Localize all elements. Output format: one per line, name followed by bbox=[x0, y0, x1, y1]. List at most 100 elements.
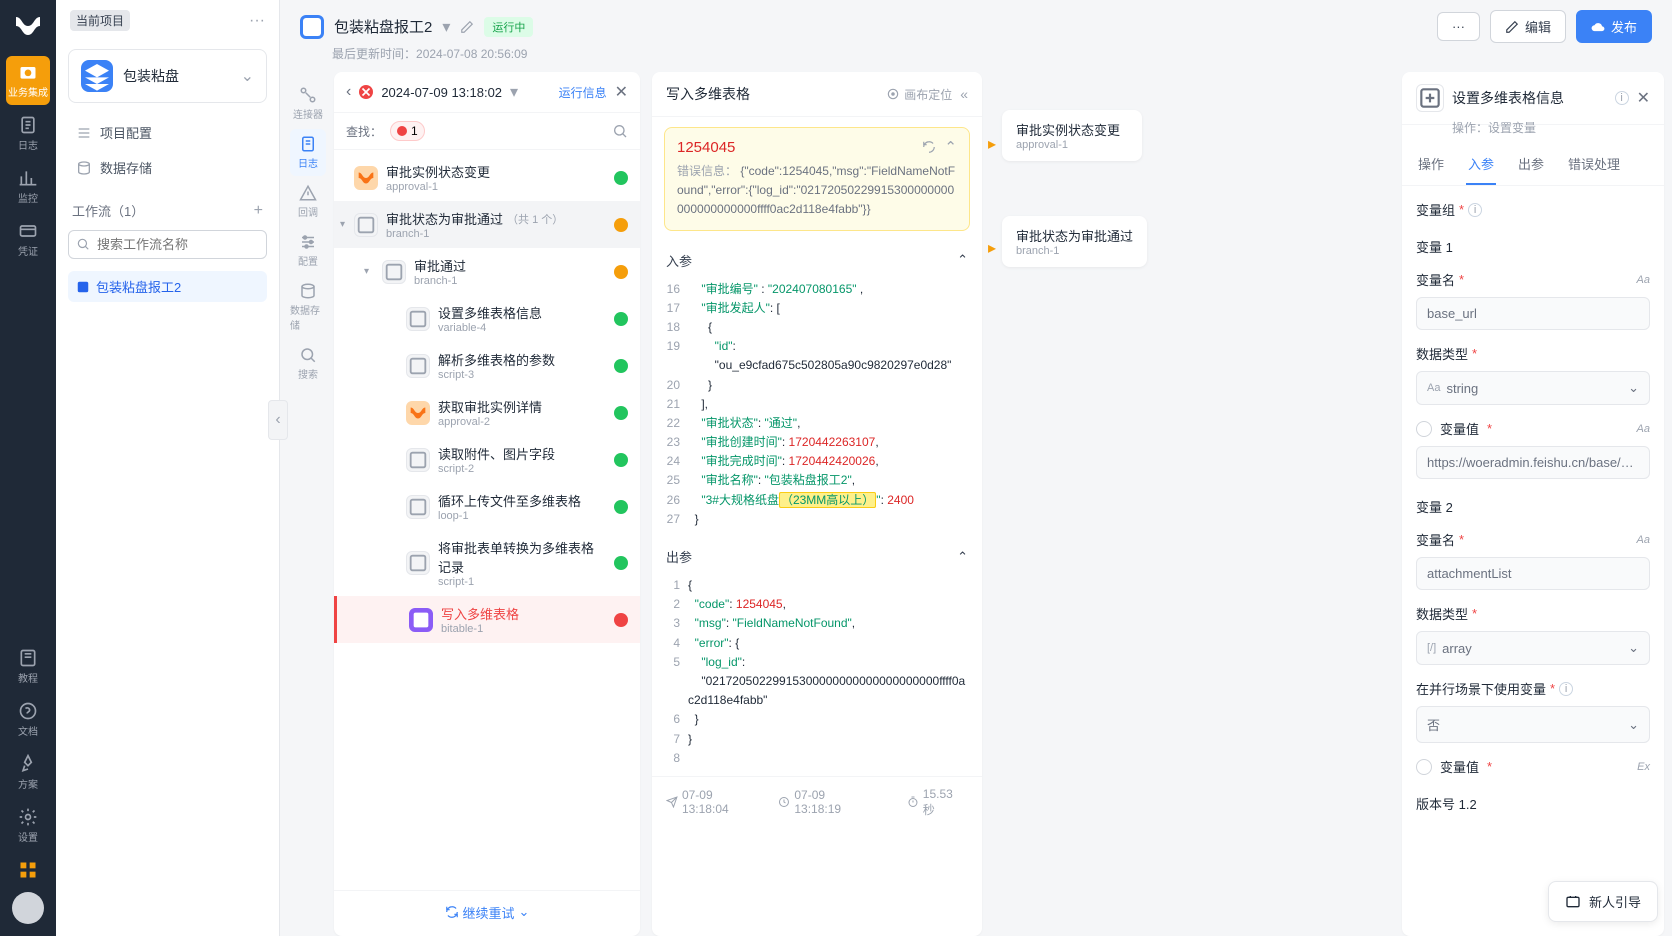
nav-credentials[interactable]: 凭证 bbox=[6, 215, 50, 264]
in-params-code[interactable]: 16 "审批编号" : "202407080165" ,17 "审批发起人": … bbox=[652, 280, 982, 537]
nav-integration[interactable]: 业务集成 bbox=[6, 56, 50, 105]
node-type-icon bbox=[406, 307, 430, 331]
log-icon bbox=[299, 135, 317, 153]
node-title: 设置多维表格信息 bbox=[438, 303, 606, 322]
menu-data-storage[interactable]: 数据存储 bbox=[68, 150, 267, 185]
node-type-icon bbox=[354, 213, 378, 237]
collapse-handle[interactable]: ‹ bbox=[268, 400, 288, 440]
log-node[interactable]: 解析多维表格的参数script-3 bbox=[334, 342, 640, 389]
nav-tutorial[interactable]: 教程 bbox=[6, 642, 50, 691]
info-icon[interactable]: i bbox=[1615, 91, 1629, 105]
log-node[interactable]: 循环上传文件至多维表格loop-1 bbox=[334, 483, 640, 530]
nav-label: 监控 bbox=[18, 190, 38, 205]
radio-value[interactable] bbox=[1416, 421, 1432, 437]
error-code: 1254045 bbox=[677, 139, 735, 156]
info-icon[interactable]: i bbox=[1468, 203, 1482, 217]
canvas[interactable]: ▸ 审批实例状态变更 approval-1 ▸ 审批状态为审批通过 branch… bbox=[988, 72, 1396, 936]
workflow-item[interactable]: 包装粘盘报工2 bbox=[68, 271, 267, 302]
workflow-name: 包装粘盘报工2 bbox=[96, 277, 181, 296]
nav-docs[interactable]: 文档 bbox=[6, 695, 50, 744]
tool-config[interactable]: 配置 bbox=[290, 227, 326, 274]
layers-icon bbox=[81, 60, 113, 92]
onboarding-fab[interactable]: 新人引导 bbox=[1548, 881, 1658, 922]
section-label: 出参 bbox=[666, 547, 692, 566]
edit-button[interactable]: 编辑 bbox=[1490, 10, 1566, 43]
menu-project-config[interactable]: 项目配置 bbox=[68, 115, 267, 150]
node-type-icon bbox=[406, 551, 430, 575]
node-title: 审批通过 bbox=[414, 256, 606, 275]
log-tree[interactable]: 审批实例状态变更approval-1▾审批状态为审批通过（共 1 个）branc… bbox=[334, 150, 640, 890]
log-node[interactable]: 设置多维表格信息variable-4 bbox=[334, 295, 640, 342]
app-logo bbox=[10, 8, 46, 44]
log-node[interactable]: ▾审批状态为审批通过（共 1 个）branch-1 bbox=[334, 201, 640, 248]
project-more-button[interactable]: ··· bbox=[249, 12, 265, 30]
in-params-header[interactable]: 入参 ⌃ bbox=[652, 241, 982, 280]
log-node[interactable]: 读取附件、图片字段script-2 bbox=[334, 436, 640, 483]
nav-label: 方案 bbox=[18, 776, 38, 791]
edit-icon[interactable] bbox=[460, 20, 474, 34]
node-sub: bitable-1 bbox=[441, 623, 606, 635]
workflow-search-input[interactable] bbox=[68, 230, 267, 259]
back-button[interactable]: ‹ bbox=[346, 83, 351, 101]
info-icon[interactable]: i bbox=[1559, 682, 1573, 696]
chevron-icon[interactable]: ▾ bbox=[364, 266, 369, 277]
tab-error-handling[interactable]: 错误处理 bbox=[1566, 144, 1622, 185]
canvas-node[interactable]: 审批状态为审批通过 branch-1 bbox=[1002, 216, 1147, 267]
menu-label: 项目配置 bbox=[100, 123, 152, 142]
node-sub: script-2 bbox=[438, 463, 606, 475]
collapse-icon[interactable]: ⌃ bbox=[944, 138, 957, 156]
refresh-icon[interactable] bbox=[922, 140, 936, 154]
locate-button[interactable]: 画布定位 bbox=[886, 86, 952, 103]
nav-solutions[interactable]: 方案 bbox=[6, 748, 50, 797]
close-button[interactable]: ✕ bbox=[615, 82, 628, 102]
title-dropdown[interactable]: ▾ bbox=[442, 17, 450, 37]
var1-type-select[interactable]: Aastring⌄ bbox=[1416, 371, 1650, 405]
more-button[interactable]: ··· bbox=[1437, 12, 1480, 41]
tool-search[interactable]: 搜索 bbox=[290, 340, 326, 387]
log-node[interactable]: 写入多维表格bitable-1 bbox=[334, 596, 640, 643]
nav-monitor[interactable]: 监控 bbox=[6, 162, 50, 211]
out-params-code[interactable]: 1{2 "code": 1254045,3 "msg": "FieldNameN… bbox=[652, 576, 982, 776]
canvas-node[interactable]: 审批实例状态变更 approval-1 bbox=[1002, 110, 1142, 161]
list-icon bbox=[76, 125, 92, 141]
log-node[interactable]: 获取审批实例详情approval-2 bbox=[334, 389, 640, 436]
project-card[interactable]: 包装粘盘 ⌄ bbox=[68, 49, 267, 103]
retry-button[interactable]: 继续重试 ⌄ bbox=[445, 903, 530, 922]
var1-name-input[interactable]: base_url bbox=[1416, 297, 1650, 330]
tab-operation[interactable]: 操作 bbox=[1416, 144, 1446, 185]
merge-select[interactable]: 否⌄ bbox=[1416, 706, 1650, 743]
var1-value-input[interactable]: https://woeradmin.feishu.cn/base/FdUZbu bbox=[1416, 446, 1650, 479]
var2-name-input[interactable]: attachmentList bbox=[1416, 557, 1650, 590]
search-button[interactable] bbox=[612, 123, 628, 139]
var2-type-select[interactable]: [/]array⌄ bbox=[1416, 631, 1650, 665]
node-title: 审批实例状态变更 bbox=[386, 162, 606, 181]
user-avatar[interactable] bbox=[12, 892, 44, 924]
run-info-link[interactable]: 运行信息 bbox=[559, 84, 607, 101]
node-sub: branch-1 bbox=[386, 228, 606, 240]
chevron-icon[interactable]: ▾ bbox=[340, 219, 345, 230]
log-node[interactable]: 审批实例状态变更approval-1 bbox=[334, 154, 640, 201]
node-type-icon bbox=[406, 495, 430, 519]
nav-logs[interactable]: 日志 bbox=[6, 109, 50, 158]
node-type-icon bbox=[406, 354, 430, 378]
right-panel: 设置多维表格信息 i ✕ 操作：设置变量 操作 入参 出参 错误处理 变量组* … bbox=[1402, 72, 1664, 936]
tool-storage[interactable]: 数据存储 bbox=[290, 276, 326, 338]
tool-callback[interactable]: 回调 bbox=[290, 178, 326, 225]
tab-out-params[interactable]: 出参 bbox=[1516, 144, 1546, 185]
nav-grid[interactable] bbox=[6, 854, 50, 888]
tool-connector[interactable]: 连接器 bbox=[290, 80, 326, 127]
close-button[interactable]: ✕ bbox=[1637, 88, 1650, 108]
log-node[interactable]: 将审批表单转换为多维表格记录script-1 bbox=[334, 530, 640, 596]
tab-in-params[interactable]: 入参 bbox=[1466, 144, 1496, 185]
publish-button[interactable]: 发布 bbox=[1576, 10, 1652, 43]
timestamp-dropdown[interactable]: ▾ bbox=[510, 82, 518, 102]
error-badge[interactable]: 1 bbox=[390, 121, 425, 141]
radio-value2[interactable] bbox=[1416, 759, 1432, 775]
nav-settings[interactable]: 设置 bbox=[6, 801, 50, 850]
collapse-button[interactable]: « bbox=[960, 86, 968, 102]
tool-logs[interactable]: 日志 bbox=[290, 129, 326, 176]
node-title: 循环上传文件至多维表格 bbox=[438, 491, 606, 510]
log-node[interactable]: ▾审批通过branch-1 bbox=[334, 248, 640, 295]
out-params-header[interactable]: 出参 ⌃ bbox=[652, 537, 982, 576]
add-workflow-button[interactable]: + bbox=[254, 202, 263, 220]
